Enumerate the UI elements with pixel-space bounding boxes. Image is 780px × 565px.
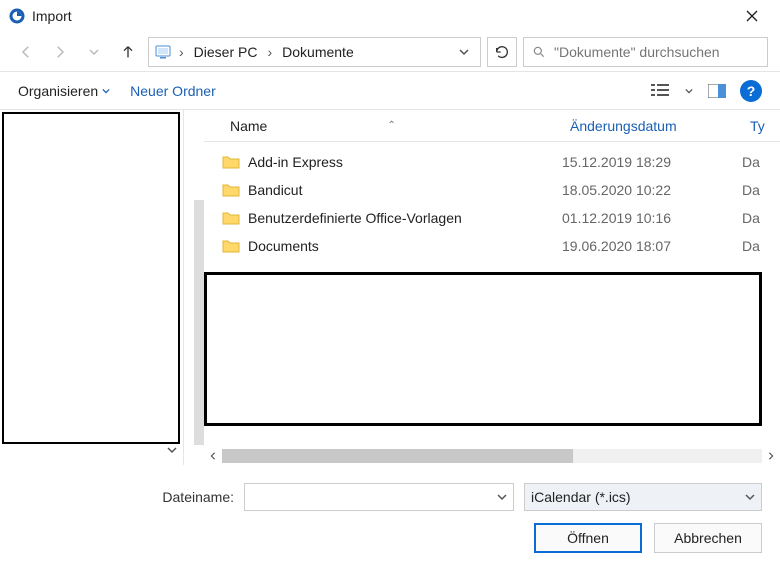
splitter[interactable] <box>184 110 204 465</box>
file-row[interactable]: Bandicut18.05.2020 10:22Da <box>204 176 780 204</box>
open-button[interactable]: Öffnen <box>534 523 642 553</box>
column-name[interactable]: Name⌃ <box>222 118 562 134</box>
chevron-down-icon[interactable] <box>745 492 755 502</box>
address-bar[interactable]: › Dieser PC › Dokumente <box>148 37 481 67</box>
breadcrumb-folder[interactable]: Dokumente <box>280 44 356 60</box>
folder-icon <box>222 238 240 254</box>
breadcrumb-pc[interactable]: Dieser PC <box>192 44 260 60</box>
horizontal-scrollbar[interactable] <box>204 447 780 465</box>
file-row[interactable]: Add-in Express15.12.2019 18:29Da <box>204 148 780 176</box>
tree-highlight <box>2 112 180 444</box>
search-input[interactable] <box>554 44 759 60</box>
folder-icon <box>222 182 240 198</box>
view-options-button[interactable] <box>648 78 674 104</box>
pc-icon <box>155 44 171 60</box>
file-row[interactable]: Documents19.06.2020 18:07Da <box>204 232 780 260</box>
filename-input[interactable] <box>244 483 514 511</box>
address-dropdown[interactable] <box>454 38 474 66</box>
sort-asc-icon: ⌃ <box>387 120 395 131</box>
up-button[interactable] <box>114 38 142 66</box>
selection-highlight <box>204 272 762 426</box>
column-date[interactable]: Änderungsdatum <box>562 118 742 134</box>
file-row[interactable]: Benutzerdefinierte Office-Vorlagen01.12.… <box>204 204 780 232</box>
close-button[interactable] <box>732 2 772 30</box>
search-icon <box>532 45 546 59</box>
help-button[interactable]: ? <box>740 80 762 102</box>
chevron-down-icon[interactable] <box>497 492 507 502</box>
window-title: Import <box>32 8 72 24</box>
file-type: Da <box>742 238 780 254</box>
file-list-pane: Name⌃ Änderungsdatum Ty Add-in Express15… <box>204 110 780 465</box>
scroll-left-icon[interactable] <box>204 447 222 465</box>
filetype-select[interactable]: iCalendar (*.ics) <box>524 483 762 511</box>
file-type: Da <box>742 182 780 198</box>
scroll-right-icon[interactable] <box>762 447 780 465</box>
file-name: Benutzerdefinierte Office-Vorlagen <box>248 210 562 226</box>
file-date: 19.06.2020 18:07 <box>562 238 742 254</box>
file-type: Da <box>742 210 780 226</box>
refresh-button[interactable] <box>487 37 517 67</box>
file-date: 01.12.2019 10:16 <box>562 210 742 226</box>
filename-label: Dateiname: <box>162 489 234 505</box>
breadcrumb-sep: › <box>265 44 274 60</box>
preview-pane-button[interactable] <box>704 78 730 104</box>
view-dropdown[interactable] <box>684 78 694 104</box>
file-name: Add-in Express <box>248 154 562 170</box>
back-button[interactable] <box>12 38 40 66</box>
file-name: Documents <box>248 238 562 254</box>
search-box[interactable] <box>523 37 768 67</box>
file-type: Da <box>742 154 780 170</box>
new-folder-button[interactable]: Neuer Ordner <box>130 83 216 99</box>
tree-scroll-down[interactable] <box>167 445 181 459</box>
file-date: 15.12.2019 18:29 <box>562 154 742 170</box>
recent-dropdown[interactable] <box>80 38 108 66</box>
cancel-button[interactable]: Abbrechen <box>654 523 762 553</box>
forward-button[interactable] <box>46 38 74 66</box>
folder-tree-pane <box>0 110 184 465</box>
scroll-thumb[interactable] <box>222 449 573 463</box>
folder-icon <box>222 210 240 226</box>
breadcrumb-sep: › <box>177 44 186 60</box>
app-icon <box>8 7 26 25</box>
file-name: Bandicut <box>248 182 562 198</box>
column-type[interactable]: Ty <box>742 118 780 134</box>
organize-menu[interactable]: Organisieren <box>18 83 110 99</box>
file-date: 18.05.2020 10:22 <box>562 182 742 198</box>
folder-icon <box>222 154 240 170</box>
